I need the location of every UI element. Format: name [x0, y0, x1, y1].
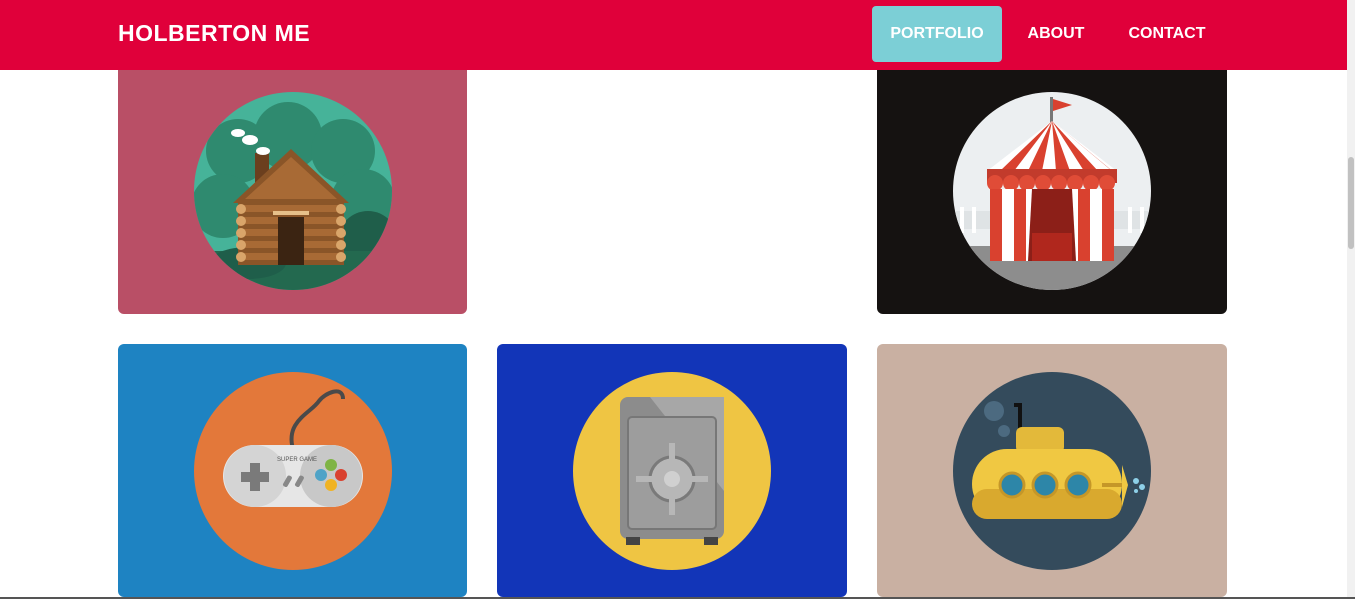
game-controller-icon: SUPER GAME — [193, 371, 392, 570]
safe-icon — [573, 371, 771, 570]
portfolio-card-controller[interactable]: SUPER GAME — [118, 344, 467, 597]
vertical-scrollbar[interactable] — [1347, 0, 1355, 599]
top-navbar: HOLBERTON ME PORTFOLIO ABOUT CONTACT — [0, 0, 1347, 70]
nav-portfolio[interactable]: PORTFOLIO — [872, 6, 1002, 62]
controller-brand-text: SUPER GAME — [276, 457, 316, 463]
circus-tent-icon — [953, 92, 1151, 290]
portfolio-card-safe[interactable] — [497, 344, 847, 597]
portfolio-card-cabin[interactable] — [118, 40, 467, 314]
brand-logo[interactable]: HOLBERTON ME — [118, 20, 310, 47]
nav-contact[interactable]: CONTACT — [1110, 6, 1224, 62]
log-cabin-icon — [193, 92, 392, 290]
portfolio-card-submarine[interactable] — [877, 344, 1227, 597]
scrollbar-thumb[interactable] — [1348, 157, 1354, 249]
portfolio-card-circus[interactable] — [877, 40, 1227, 314]
submarine-icon — [953, 371, 1151, 570]
nav-about[interactable]: ABOUT — [1010, 6, 1102, 62]
